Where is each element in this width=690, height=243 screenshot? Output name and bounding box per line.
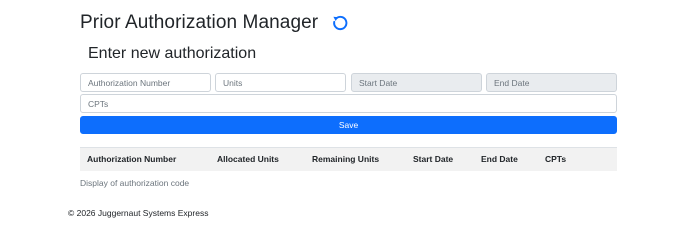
cpts-input[interactable] [80,94,617,113]
save-button[interactable]: Save [80,116,617,134]
authorization-form-row [80,73,617,92]
authorization-number-input[interactable] [80,73,211,92]
app-header: Prior Authorization Manager [80,10,350,36]
end-date-input[interactable] [486,73,617,92]
column-header-remaining-units[interactable]: Remaining Units [312,148,379,172]
units-input[interactable] [215,73,346,92]
form-title: Enter new authorization [88,45,257,62]
column-header-authorization-number[interactable]: Authorization Number [87,148,176,172]
column-header-cpts[interactable]: CPTs [545,148,566,172]
refresh-icon-glyph [333,15,348,31]
column-header-end-date[interactable]: End Date [481,148,518,172]
column-header-allocated-units[interactable]: Allocated Units [217,148,279,172]
app-title: Prior Authorization Manager [80,12,319,33]
start-date-input[interactable] [351,73,482,92]
column-header-start-date[interactable]: Start Date [413,148,453,172]
authorizations-table-header: Authorization Number Allocated Units Rem… [80,147,617,171]
footer-copyright: © 2026 Juggernaut Systems Express [68,208,209,218]
refresh-icon[interactable] [330,13,350,33]
table-caption: Display of authorization code [80,178,190,188]
